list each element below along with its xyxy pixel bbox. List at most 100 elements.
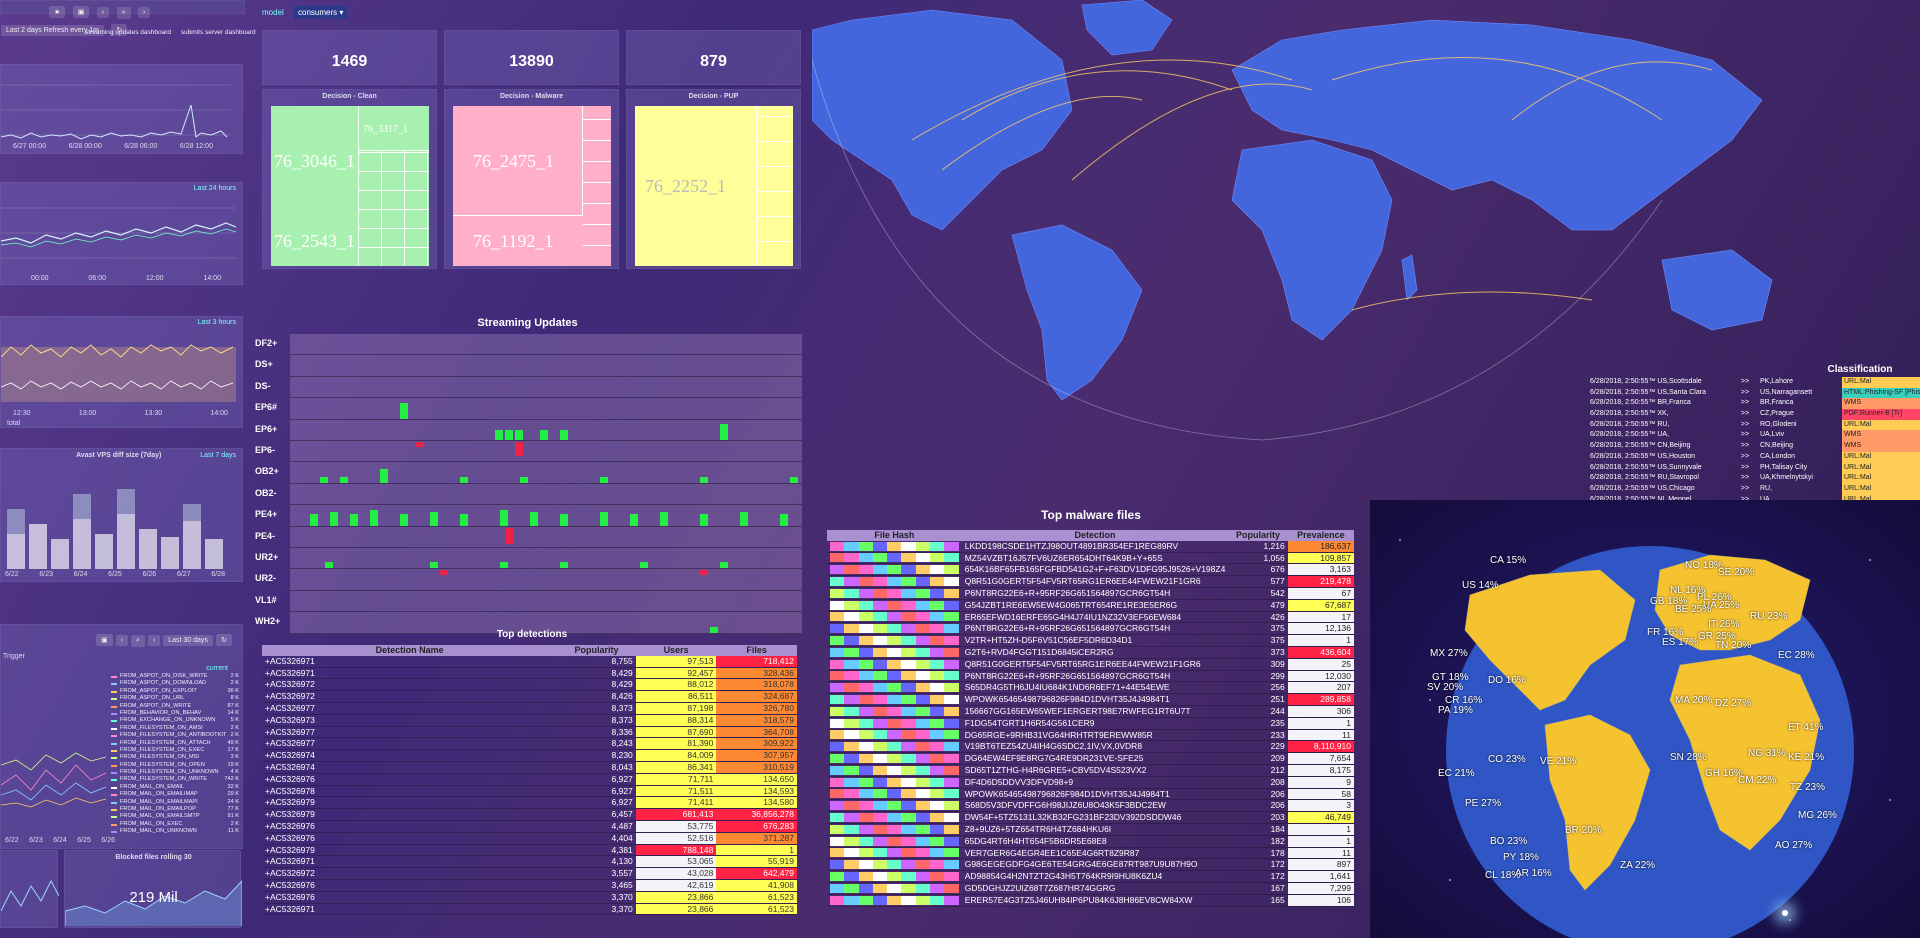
table-row[interactable]: P6NT8RG22E6+R+95RF26G651564897GCR6GT54H 5… — [827, 587, 1354, 600]
table-row[interactable]: WPOWK65465498796826F984D1DVHT35J4J4984T1… — [827, 788, 1354, 801]
table-row[interactable]: WPOWK65465498796826F984D1DVHT35J4J4984T1… — [827, 693, 1354, 706]
table-row[interactable]: +AC5326972 3,557 43,028 642,479 — [262, 867, 797, 880]
legend-item[interactable]: FROM_FILESYSTEM_ON_ATTACH 49 K — [111, 740, 239, 747]
table-row[interactable]: +AC5326971 4,130 53,065 55,919 — [262, 855, 797, 869]
legend-item[interactable]: FROM_FILESYSTEM_ON_AMSI 2 K — [111, 725, 239, 732]
classification-row[interactable]: 6/28/2018, 2:50:55™ XK, >> CZ,Prague PDF:Ru… — [1590, 409, 1920, 420]
col-header[interactable]: Users — [635, 645, 717, 656]
zoom-in-icon[interactable]: › — [137, 7, 151, 18]
table-row[interactable]: SD65T1ZTHG-H4R6GRE5+CBV5DV4S523VX2 212 8,1… — [827, 764, 1354, 777]
table-row[interactable]: +AC5326978 6,927 71,511 134,593 — [262, 785, 797, 798]
table-row[interactable]: +AC5326972 8,429 88,012 318,078 — [262, 678, 797, 692]
table-row[interactable]: G98GEGEGDFG4GE6TE54GRG4E6GE87RT987U9U87H… — [827, 858, 1354, 872]
col-header[interactable]: File Hash — [827, 530, 962, 541]
search-icon[interactable]: ⌕ — [130, 635, 145, 647]
table-row[interactable]: P6NT8RG22E6+R+95RF26G651564897GCR6GT54H 2… — [827, 670, 1354, 683]
classification-row[interactable]: 6/28/2018, 2:50:55™ CN,Beijing >> CN,Beiji… — [1590, 441, 1920, 452]
table-row[interactable]: S68D5V3DFVDFFG6H98JIJZ6U8O43K5F3BDC2EW 20… — [827, 799, 1354, 813]
col-header[interactable]: Detection Name — [262, 645, 558, 656]
save-icon[interactable]: ▣ — [96, 634, 113, 646]
zoom-out-icon[interactable]: ‹ — [96, 7, 110, 18]
col-header[interactable]: Popularity — [1228, 530, 1288, 541]
col-header[interactable]: Popularity — [557, 645, 636, 656]
dashboard-link-streaming[interactable]: streaming updates dashboard — [85, 29, 171, 36]
table-row[interactable]: VER7GER6G4EGR4EE1C65E4G6RT8Z9R87 178 11 — [827, 847, 1354, 860]
legend-item[interactable]: FROM_ASPOT_ON_EXPLOIT 36 K — [111, 688, 239, 695]
table-row[interactable]: +AC5326976 3,465 42,619 41,908 — [262, 879, 797, 892]
table-row[interactable]: +AC5326971 8,429 92,457 328,436 — [262, 667, 797, 680]
table-row[interactable]: +AC5326971 3,370 23,866 61,523 — [262, 903, 797, 916]
table-row[interactable]: 156667GG165EW65WEF1ERGERT98E7RWFEG1RT6U7… — [827, 705, 1354, 718]
table-row[interactable]: DG64EW4EF9E8RG7G4RE9DR231VE-SFE25 209 7,65… — [827, 752, 1354, 765]
col-header[interactable]: Detection — [961, 530, 1229, 541]
table-row[interactable]: +AC5326977 8,336 87,690 364,708 — [262, 726, 797, 739]
legend-item[interactable]: FROM_FILESYSTEM_ON_WRITE 742 K — [111, 776, 239, 783]
legend-item[interactable]: FROM_MAIL_ON_EMAILMAPI 24 K — [111, 799, 239, 806]
table-row[interactable]: +AC5326979 4,381 788,148 1 — [262, 844, 797, 857]
legend-item[interactable]: FROM_ASPOT_ON_DOWNLOAD 2 K — [111, 680, 239, 687]
search-icon[interactable]: ⌕ — [116, 7, 131, 19]
table-row[interactable]: S65DR4G5TH6JU4IU684K1ND6R6EF71+44E54EWE 2… — [827, 681, 1354, 695]
star-icon[interactable]: ★ — [49, 6, 66, 18]
table-row[interactable]: V2TR+HT5ZH-D5F6V51C56EF5DR6D34D1 375 1 — [827, 634, 1354, 647]
legend-item[interactable]: FROM_FILESYSTEM_ON_ANTIBOOTKIT 2 K — [111, 732, 239, 739]
classification-row[interactable]: 6/28/2018, 2:50:55™ US,Sunnyvale >> PH,Tal… — [1590, 462, 1920, 474]
table-row[interactable]: V19BT6TEZ54ZU4IH4G6SDC2,1IV,VX,0VDR8 229 8… — [827, 740, 1354, 754]
classification-row[interactable]: 6/28/2018, 2:50:55™ RU,Stavropol >> UA,Khm… — [1590, 473, 1920, 484]
classification-row[interactable]: 6/28/2018, 2:50:55™ UA, >> UA,Lviv WMS — [1590, 430, 1920, 442]
legend-item[interactable]: FROM_MAIL_ON_EXEC 2 K — [111, 821, 239, 828]
legend-item[interactable]: FROM_MAIL_ON_EMAILPOP 77 K — [111, 806, 239, 813]
globe-panel[interactable]: CA 15% US 14% NO 18% SE 20% GB 18% PL 26% NL 1… — [1370, 500, 1920, 938]
legend-item[interactable]: FROM_FILESYSTEM_ON_UNKNOWN 4 K — [111, 769, 239, 776]
table-row[interactable]: +AC5326972 8,426 86,511 324,687 — [262, 690, 797, 703]
time-picker[interactable]: Last 30 days — [163, 635, 213, 646]
col-header[interactable]: Prevalence — [1287, 530, 1354, 541]
table-row[interactable]: DF4D6D5DDVV3DFVD98+9 208 9 — [827, 776, 1354, 789]
classification-row[interactable]: 6/28/2018, 2:50:55™ US,Scottsdale >> PK,La… — [1590, 377, 1920, 388]
table-row[interactable]: +AC5326979 6,457 681,413 36,856,278 — [262, 808, 797, 821]
classification-row[interactable]: 6/28/2018, 2:50:55™ US,Chicago >> RU, URL:M… — [1590, 483, 1920, 495]
table-row[interactable]: P6NT8RG22E6+R+95RF26G651564897GCR6GT54H 3… — [827, 622, 1354, 636]
table-row[interactable]: 65DG4RT6H4HT654F5B6DR5E68E8 182 1 — [827, 835, 1354, 848]
table-row[interactable]: Z8+9UZ6+5TZ654TR6H4TZ684HKU6I 184 1 — [827, 823, 1354, 836]
consumers-dropdown[interactable]: consumers ▾ — [294, 6, 348, 19]
table-row[interactable]: Q8R51G0GERT5F54FV5RT65RG1ER6EE44FWEW21F1… — [827, 575, 1354, 588]
table-row[interactable]: DW54F+5TZ5131L32KB32FG231BF23DV392DSDDW4… — [827, 811, 1354, 824]
refresh-icon[interactable]: ↻ — [215, 634, 232, 646]
table-row[interactable]: +AC5326976 4,404 52,516 371,287 — [262, 832, 797, 845]
classification-row[interactable]: 6/28/2018, 2:50:55™ BR,Franca >> BR,Franca… — [1590, 398, 1920, 410]
table-row[interactable]: G54JZBT1RE6EW5EW4G065TRT654RE1RE3E5ER6G 4… — [827, 599, 1354, 612]
legend-item[interactable]: FROM_MAIL_ON_EMAILSMTP 91 K — [111, 813, 239, 820]
legend-item[interactable]: FROM_FILESYSTEM_ON_OPEN 19 K — [111, 762, 239, 769]
table-row[interactable]: ER65EFWD16ERFE65G4H4J74IU1NZ32V3EF56EW68… — [827, 611, 1354, 624]
table-row[interactable]: +AC5326977 8,243 81,390 309,922 — [262, 737, 797, 751]
table-row[interactable]: +AC5326979 6,927 71,411 134,580 — [262, 796, 797, 810]
legend-item[interactable]: FROM_FILESYSTEM_ON_MSI 3 K — [111, 754, 239, 761]
table-row[interactable]: Q8R51G0GERT5F54FV5RT65RG1ER6EE44FWEW21F1… — [827, 658, 1354, 671]
col-header[interactable]: Files — [716, 645, 797, 656]
table-row[interactable]: +AC5326974 8,230 84,009 307,957 — [262, 749, 797, 762]
classification-row[interactable]: 6/28/2018, 2:50:55™ RU, >> RO,Glodeni URL:M… — [1590, 419, 1920, 431]
table-row[interactable]: LKDD198CSDE1HTZJ98OUT4891BR354EF1REG89RV… — [827, 540, 1354, 553]
table-row[interactable]: +AC5326976 4,487 53,775 676,283 — [262, 820, 797, 833]
table-row[interactable]: +AC5326976 6,927 71,711 134,650 — [262, 773, 797, 786]
legend-item[interactable]: FROM_MAIL_ON_EMAILIMAP 29 K — [111, 791, 239, 798]
save-icon[interactable]: ▣ — [72, 6, 90, 18]
legend-item[interactable]: FROM_ASPOT_ON_WRITE 87 K — [111, 703, 239, 710]
table-row[interactable]: +AC5326971 8,755 97,513 718,412 — [262, 655, 797, 668]
legend-item[interactable]: FROM_ASPOT_ON_DISK_WRITE 2 K — [111, 673, 239, 680]
table-row[interactable]: +AC5326974 8,043 86,341 310,519 — [262, 761, 797, 774]
table-row[interactable]: +AC5326973 8,373 88,314 318,579 — [262, 714, 797, 727]
table-row[interactable]: F1DG54TGRT1H6R54G561CER9 235 1 — [827, 717, 1354, 730]
legend-item[interactable]: FROM_FILESYSTEM_ON_EXEC 17 K — [111, 747, 239, 754]
legend-item[interactable]: FROM_EXCHANGE_ON_UNKNOWN 5 K — [111, 717, 239, 724]
table-row[interactable]: 654K16BF65FB165FGFBD541G2+F+F63DV1DFG95J… — [827, 563, 1354, 577]
dashboard-link-submits[interactable]: submits server dashboard — [181, 29, 256, 36]
legend-item[interactable]: FROM_BEHAVIOR_ON_BEHAV 14 K — [111, 710, 239, 717]
table-row[interactable]: G2T6+RVD4FGGT151D6845iCER2RG 373 436,604 — [827, 646, 1354, 659]
classification-row[interactable]: 6/28/2018, 2:50:55™ US,Houston >> CA,Londo… — [1590, 451, 1920, 463]
classification-row[interactable]: 6/28/2018, 2:50:55™ US,Santa Clara >> US,N… — [1590, 387, 1920, 399]
table-row[interactable]: AD98854G4H2NTZT2G43H5T764KR9I9HU8K6ZU4 17… — [827, 870, 1354, 883]
table-row[interactable]: +AC5326976 3,370 23,866 61,523 — [262, 891, 797, 904]
table-row[interactable]: DG65RGE+9RHB31VG64HRHTRT9EREWW85R 233 11 — [827, 729, 1354, 742]
